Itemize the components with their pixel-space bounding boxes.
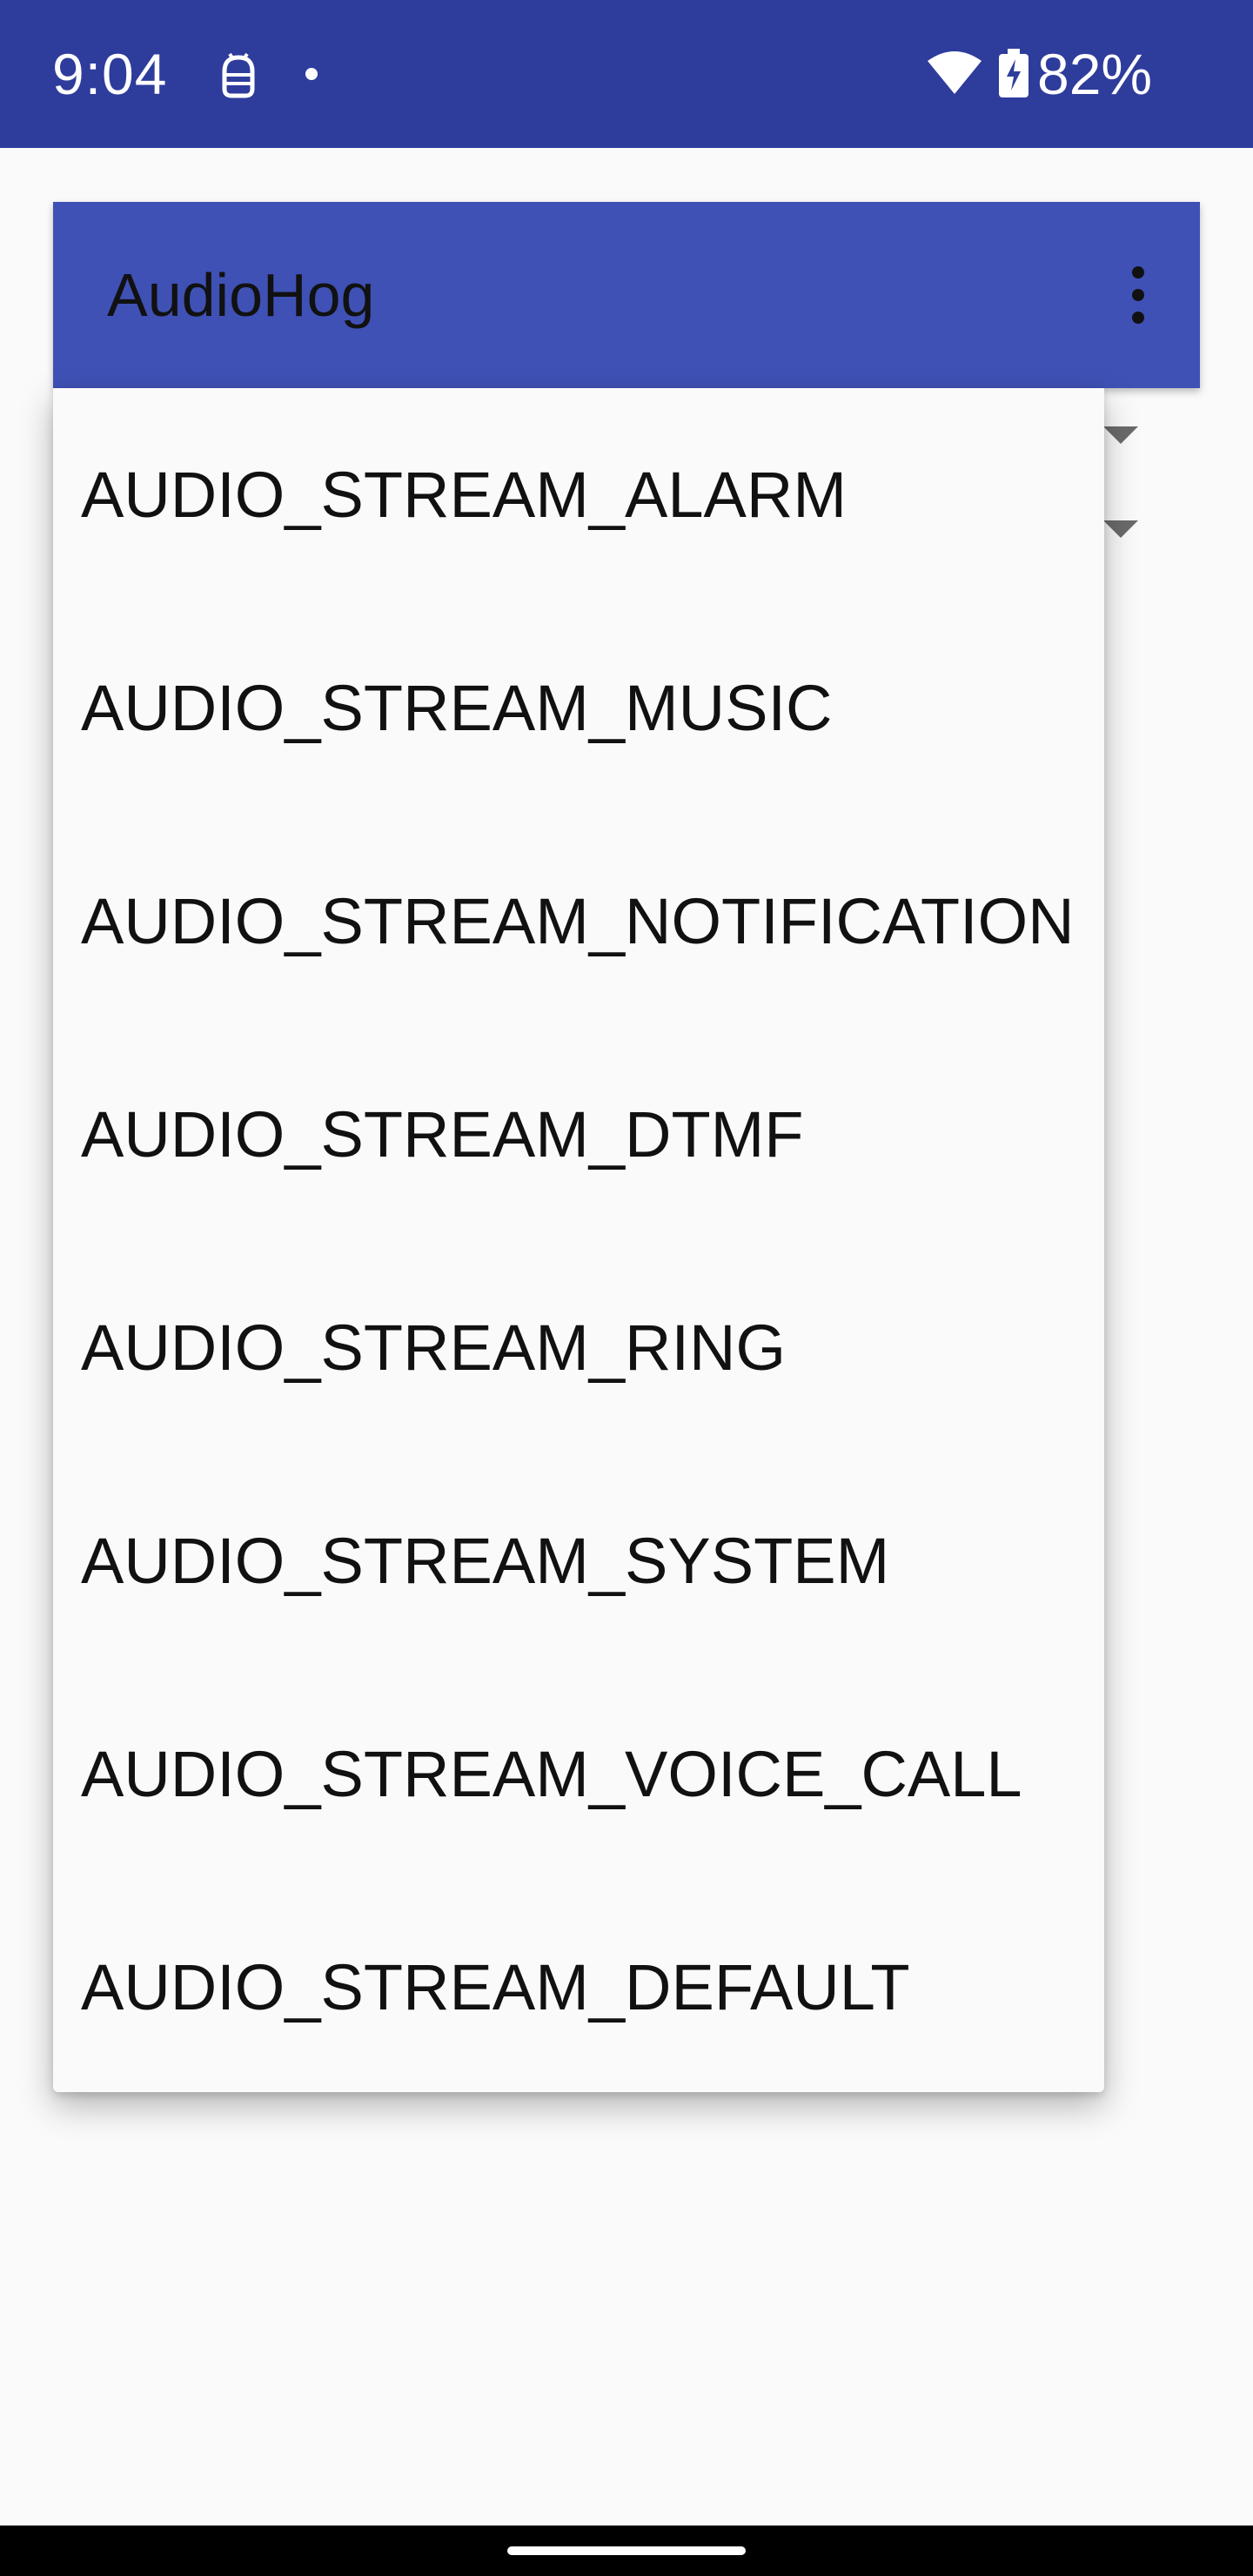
battery-percentage: 82%: [1037, 42, 1153, 106]
spinner-arrow-icon[interactable]: [1103, 426, 1138, 444]
app-bar: AudioHog: [53, 202, 1200, 388]
android-debug-icon: [222, 52, 255, 98]
screen: 9:04 82% AudioHog AUDIO_STREAM_ALARM AUD…: [0, 0, 1253, 2576]
dropdown-item-system[interactable]: AUDIO_STREAM_SYSTEM: [53, 1454, 1104, 1667]
overflow-dot: [1132, 289, 1144, 301]
spinner-arrow-icon[interactable]: [1103, 520, 1138, 538]
battery-charging-icon: [999, 49, 1029, 97]
dropdown-item-music[interactable]: AUDIO_STREAM_MUSIC: [53, 601, 1104, 815]
status-bar: 9:04 82%: [0, 0, 1253, 148]
notification-dot-icon: [305, 68, 318, 80]
more-vert-icon[interactable]: [1127, 266, 1148, 324]
navigation-bar: [0, 2526, 1253, 2576]
home-gesture-handle[interactable]: [507, 2546, 746, 2555]
overflow-dot: [1132, 312, 1144, 324]
stream-type-dropdown: AUDIO_STREAM_ALARM AUDIO_STREAM_MUSIC AU…: [53, 388, 1104, 2092]
overflow-dot: [1132, 266, 1144, 278]
dropdown-item-notification[interactable]: AUDIO_STREAM_NOTIFICATION: [53, 815, 1104, 1028]
app-title: AudioHog: [107, 261, 375, 329]
wifi-icon: [928, 51, 982, 94]
dropdown-item-dtmf[interactable]: AUDIO_STREAM_DTMF: [53, 1028, 1104, 1241]
dropdown-item-default[interactable]: AUDIO_STREAM_DEFAULT: [53, 1881, 1104, 2094]
dropdown-item-ring[interactable]: AUDIO_STREAM_RING: [53, 1241, 1104, 1454]
dropdown-item-alarm[interactable]: AUDIO_STREAM_ALARM: [53, 388, 1104, 601]
dropdown-item-voice-call[interactable]: AUDIO_STREAM_VOICE_CALL: [53, 1667, 1104, 1881]
status-time: 9:04: [52, 42, 168, 106]
